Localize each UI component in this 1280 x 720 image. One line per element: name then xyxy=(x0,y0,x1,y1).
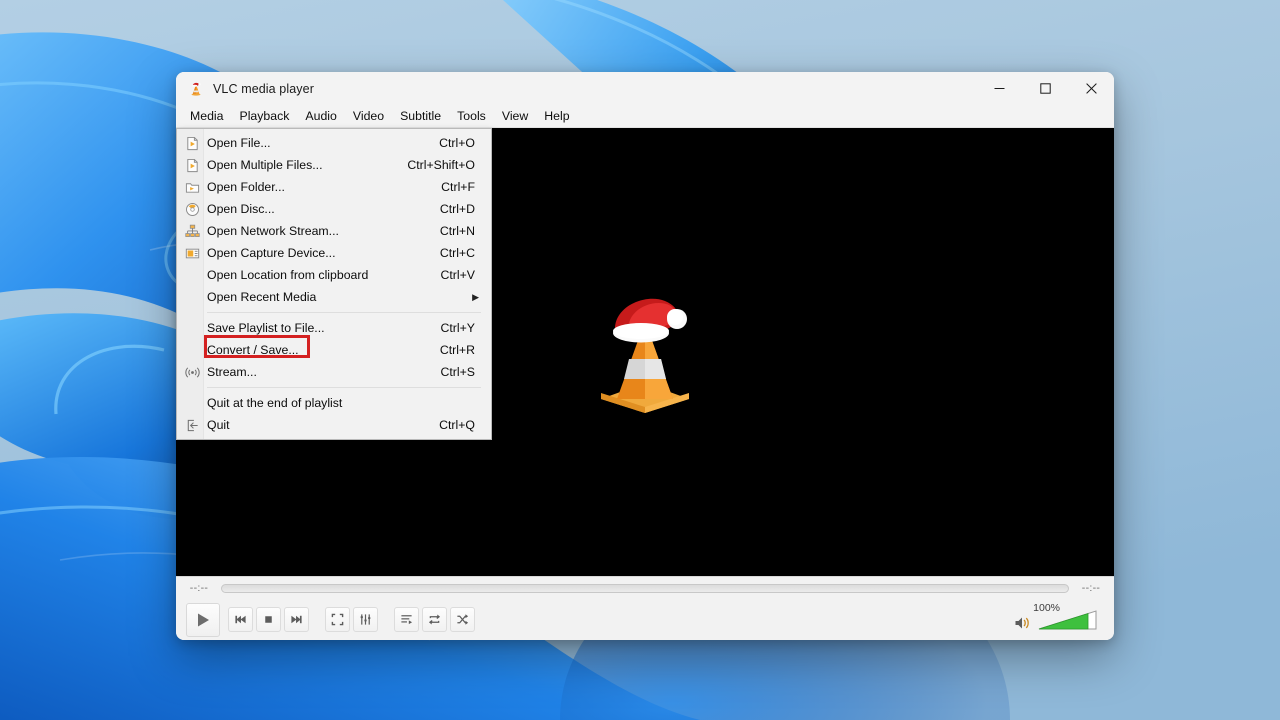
chevron-right-icon: ▶ xyxy=(472,291,479,302)
menu-item-shortcut: Ctrl+S xyxy=(440,365,475,379)
playback-controls: --:-- --:-- 100% xyxy=(176,576,1114,640)
menu-item-label: Open Folder... xyxy=(207,180,285,194)
menu-separator xyxy=(207,312,481,313)
menu-item-open-capture-device[interactable]: Open Capture Device... Ctrl+C xyxy=(177,242,491,264)
menu-item-label: Open Capture Device... xyxy=(207,246,336,260)
time-total: --:-- xyxy=(1081,582,1101,594)
menu-item-label: Save Playlist to File... xyxy=(207,321,325,335)
menubar-item-media[interactable]: Media xyxy=(182,106,232,126)
menu-item-shortcut: Ctrl+F xyxy=(441,180,475,194)
minimize-button[interactable] xyxy=(976,72,1022,105)
menu-item-open-file[interactable]: Open File... Ctrl+O xyxy=(177,132,491,154)
menu-item-stream[interactable]: Stream... Ctrl+S xyxy=(177,361,491,383)
menu-bar: Media Playback Audio Video Subtitle Tool… xyxy=(176,105,1114,128)
seek-slider[interactable] xyxy=(221,583,1069,593)
vlc-cone-santa-logo xyxy=(589,287,701,417)
window-caption-buttons xyxy=(976,72,1114,105)
menu-item-open-disc[interactable]: Open Disc... Ctrl+D xyxy=(177,198,491,220)
menu-item-shortcut: Ctrl+Y xyxy=(440,321,475,335)
previous-button[interactable] xyxy=(228,607,253,632)
maximize-button[interactable] xyxy=(1022,72,1068,105)
menubar-item-subtitle[interactable]: Subtitle xyxy=(392,106,449,126)
menubar-item-video[interactable]: Video xyxy=(345,106,392,126)
stop-button[interactable] xyxy=(256,607,281,632)
menubar-item-view[interactable]: View xyxy=(494,106,536,126)
prev-stop-next-group xyxy=(228,607,312,632)
network-icon xyxy=(177,224,207,239)
menu-item-label: Open Multiple Files... xyxy=(207,158,323,172)
folder-icon xyxy=(177,180,207,195)
menu-item-shortcut: Ctrl+C xyxy=(439,246,475,260)
menu-item-quit[interactable]: Quit Ctrl+Q xyxy=(177,414,491,436)
menu-item-shortcut: Ctrl+O xyxy=(439,136,475,150)
volume-label: 100% xyxy=(1033,601,1060,614)
menu-item-label: Open Recent Media xyxy=(207,290,317,304)
menu-item-shortcut: Ctrl+N xyxy=(439,224,475,238)
menu-item-shortcut: Ctrl+R xyxy=(439,343,475,357)
menu-item-shortcut: Ctrl+V xyxy=(440,268,475,282)
menu-item-label: Quit at the end of playlist xyxy=(207,396,343,410)
playlist-modes-group xyxy=(394,607,478,632)
file-icon xyxy=(177,158,207,173)
window-title: VLC media player xyxy=(213,81,314,96)
menubar-item-help[interactable]: Help xyxy=(536,106,577,126)
menu-item-label: Convert / Save... xyxy=(207,343,299,357)
exit-icon xyxy=(177,418,207,433)
menu-item-shortcut: Ctrl+Shift+O xyxy=(407,158,475,172)
loop-button[interactable] xyxy=(422,607,447,632)
menu-item-open-multiple-files[interactable]: Open Multiple Files... Ctrl+Shift+O xyxy=(177,154,491,176)
play-button[interactable] xyxy=(186,602,220,637)
menu-item-label: Stream... xyxy=(207,365,257,379)
menu-item-open-recent-media[interactable]: Open Recent Media ▶ xyxy=(177,286,491,308)
menu-item-label: Quit xyxy=(207,418,230,432)
shuffle-button[interactable] xyxy=(450,607,475,632)
menubar-item-audio[interactable]: Audio xyxy=(297,106,344,126)
menu-item-shortcut: Ctrl+Q xyxy=(439,418,475,432)
disc-icon xyxy=(177,202,207,217)
menu-item-label: Open Network Stream... xyxy=(207,224,339,238)
menu-separator xyxy=(207,387,481,388)
fullscreen-button[interactable] xyxy=(325,607,350,632)
vlc-cone-santa-icon xyxy=(191,82,201,96)
menu-item-convert-save[interactable]: Convert / Save... Ctrl+R xyxy=(177,339,491,361)
seek-row: --:-- --:-- xyxy=(176,577,1114,599)
view-tools-group xyxy=(325,607,381,632)
broadcast-icon xyxy=(177,365,207,380)
next-button[interactable] xyxy=(284,607,309,632)
time-elapsed: --:-- xyxy=(189,582,209,594)
media-dropdown-menu: Open File... Ctrl+O Open Multiple Files.… xyxy=(176,128,492,440)
file-icon xyxy=(177,136,207,151)
menu-item-shortcut: Ctrl+D xyxy=(439,202,475,216)
equalizer-button[interactable] xyxy=(353,607,378,632)
menu-item-quit-at-end-of-playlist[interactable]: Quit at the end of playlist xyxy=(177,392,491,414)
desktop: VLC media player Media Playback Audio Vi… xyxy=(0,0,1280,720)
menubar-item-tools[interactable]: Tools xyxy=(449,106,494,126)
playlist-button[interactable] xyxy=(394,607,419,632)
transport-buttons-row: 100% xyxy=(176,599,1114,640)
menu-item-open-location-from-clipboard[interactable]: Open Location from clipboard Ctrl+V xyxy=(177,264,491,286)
close-button[interactable] xyxy=(1068,72,1114,105)
menu-item-label: Open Disc... xyxy=(207,202,275,216)
volume-control[interactable]: 100% xyxy=(1014,602,1104,631)
menu-item-save-playlist-to-file[interactable]: Save Playlist to File... Ctrl+Y xyxy=(177,317,491,339)
menubar-item-playback[interactable]: Playback xyxy=(232,106,298,126)
menu-item-label: Open File... xyxy=(207,136,271,150)
menu-item-open-network-stream[interactable]: Open Network Stream... Ctrl+N xyxy=(177,220,491,242)
capture-device-icon xyxy=(177,246,207,261)
speaker-icon[interactable] xyxy=(1014,615,1032,631)
window-titlebar[interactable]: VLC media player xyxy=(176,72,1114,105)
menu-item-label: Open Location from clipboard xyxy=(207,268,369,282)
menu-item-open-folder[interactable]: Open Folder... Ctrl+F xyxy=(177,176,491,198)
